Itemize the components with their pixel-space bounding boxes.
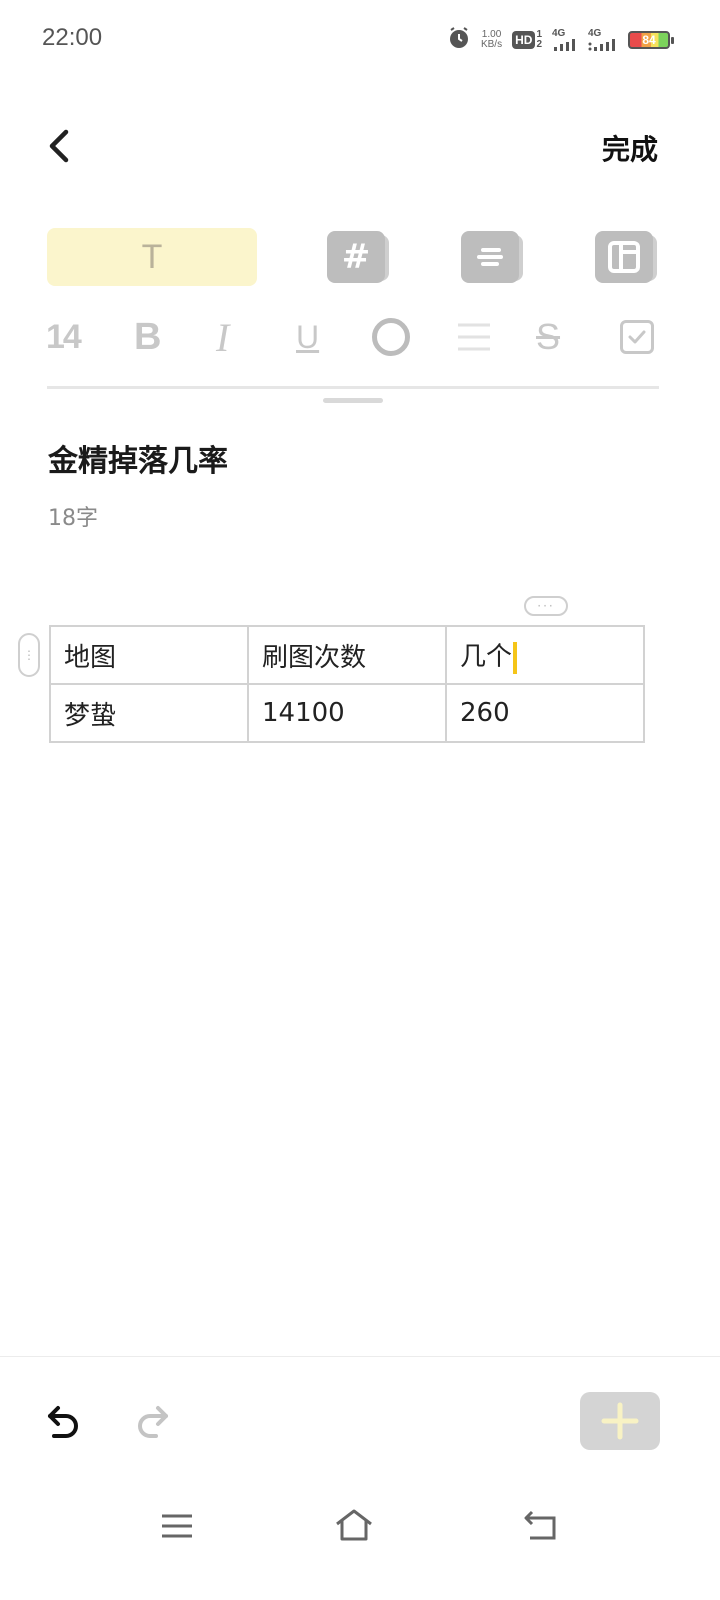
align-icon (458, 323, 490, 351)
word-count: 18字 (48, 506, 98, 531)
menu-icon (162, 1514, 192, 1538)
signal-2-label: 4G (588, 28, 602, 39)
chevron-left-icon (49, 129, 69, 163)
bold-button[interactable]: B (134, 314, 161, 360)
text-style-icon: T (141, 237, 163, 276)
undo-icon (48, 1406, 78, 1438)
list-style-icon (461, 231, 523, 283)
table-cell[interactable]: 梦蛰 (49, 683, 249, 743)
table-cell[interactable]: 刷图次数 (247, 625, 447, 685)
battery-icon: 84 (628, 31, 674, 49)
table-cell[interactable]: 14100 (247, 683, 447, 743)
toolbar-divider (47, 386, 659, 389)
italic-button[interactable]: I (216, 314, 229, 360)
nav-home-button[interactable] (334, 1508, 374, 1542)
hd-icon: HD 1 2 (512, 30, 542, 50)
alarm-icon (447, 26, 471, 54)
align-button[interactable] (456, 314, 492, 360)
hashtag-icon: # (327, 231, 389, 283)
checkbox-icon[interactable] (620, 320, 654, 354)
table-cell-active[interactable]: 几个 (445, 625, 645, 685)
undo-button[interactable] (44, 1400, 84, 1444)
status-time: 22:00 (42, 24, 103, 51)
network-speed: 1.00 KB/s (481, 30, 502, 50)
note-title[interactable]: 金精掉落几率 (48, 436, 228, 480)
tab-list-style[interactable] (461, 228, 523, 286)
network-speed-unit: KB/s (480, 39, 503, 50)
back-button[interactable] (40, 124, 80, 168)
redo-icon (138, 1406, 168, 1438)
hd-sim-bottom: 2 (536, 39, 542, 50)
strikethrough-button[interactable]: S (536, 314, 560, 360)
redo-button[interactable] (132, 1400, 172, 1444)
battery-level: 84 (642, 33, 656, 47)
text-cursor (513, 641, 518, 674)
font-size-button[interactable]: 14 (46, 314, 82, 360)
table-cell[interactable]: 地图 (49, 625, 249, 685)
color-circle-icon[interactable] (372, 318, 410, 356)
hashtag-glyph: # (341, 237, 371, 277)
signal-4g-icon: 4G (588, 29, 618, 51)
back-icon (524, 1510, 556, 1540)
signal-4g-icon: 4G (552, 29, 578, 51)
nav-back-button[interactable] (522, 1510, 558, 1540)
bottom-divider (0, 1356, 720, 1357)
tab-tag-style[interactable]: # (327, 228, 389, 286)
tab-text-style[interactable]: T (47, 228, 257, 286)
layout-icon (595, 231, 657, 283)
underline-button[interactable]: U (296, 314, 319, 360)
signal-1-label: 4G (552, 28, 566, 39)
tab-layout-style[interactable] (595, 228, 657, 286)
table-row: 地图 刷图次数 几个 (49, 625, 645, 685)
plus-icon (601, 1402, 639, 1440)
add-button[interactable] (580, 1392, 660, 1450)
status-icons: 1.00 KB/s HD 1 2 4G 4G 84 (447, 26, 674, 54)
table-cell[interactable]: 260 (445, 683, 645, 743)
table-row: 梦蛰 14100 260 (49, 683, 645, 743)
nav-menu-button[interactable] (160, 1512, 194, 1540)
table-options-handle[interactable]: ··· (524, 596, 568, 616)
done-button[interactable]: 完成 (602, 128, 658, 168)
home-icon (336, 1509, 372, 1541)
panel-drag-handle[interactable] (323, 398, 383, 403)
table-cell-text: 几个 (460, 642, 513, 673)
hd-label: HD (512, 31, 536, 49)
note-table: 地图 刷图次数 几个 梦蛰 14100 260 (49, 625, 645, 743)
table-row-handle[interactable]: ⋮ (18, 633, 40, 677)
